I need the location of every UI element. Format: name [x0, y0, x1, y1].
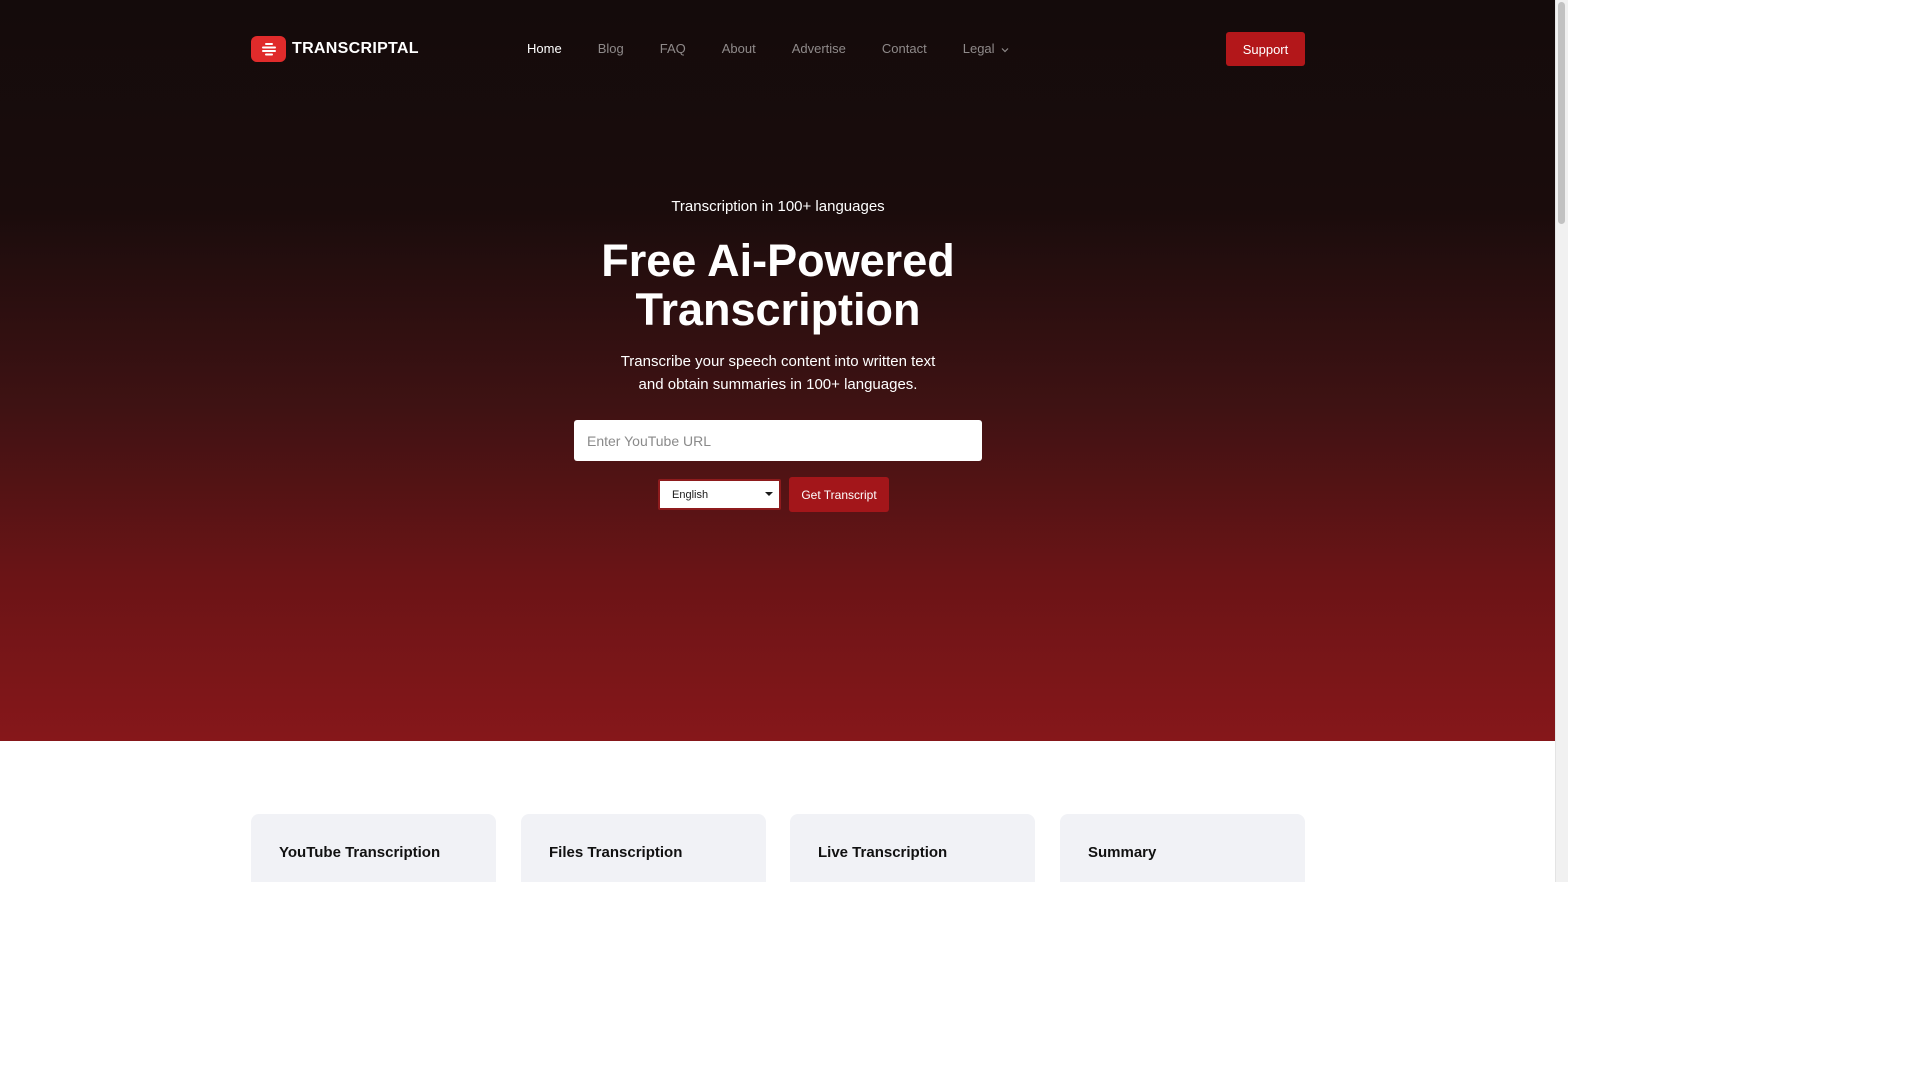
nav-item-label: Blog: [597, 41, 624, 56]
caret-down-icon: [765, 492, 773, 496]
hero-subtitle: Transcribe your speech content into writ…: [0, 350, 1556, 396]
nav-item-about[interactable]: About: [704, 39, 774, 59]
nav-item-label: Home: [527, 41, 562, 56]
feature-card-title: YouTube Transcription: [279, 844, 441, 861]
page: TRANSCRIPTAL Home Blog FAQ About Adverti…: [0, 0, 1568, 882]
hero-section: TRANSCRIPTAL Home Blog FAQ About Adverti…: [0, 0, 1556, 741]
page-title: Free Ai-Powered Transcription: [0, 236, 1556, 334]
nav-item-home[interactable]: Home: [509, 39, 580, 59]
youtube-url-input[interactable]: [574, 420, 982, 461]
nav-item-label: About: [721, 41, 756, 56]
support-button[interactable]: Support: [1226, 32, 1305, 66]
get-transcript-button[interactable]: Get Transcript: [789, 477, 889, 512]
nav-item-label: Contact: [881, 41, 927, 56]
nav-item-label: FAQ: [659, 41, 686, 56]
hero-subtitle-line1: Transcribe your speech content into writ…: [620, 353, 936, 370]
hero-kicker: Transcription in 100+ languages: [671, 198, 885, 215]
language-select[interactable]: English: [658, 479, 781, 510]
nav-item-contact[interactable]: Contact: [864, 39, 945, 59]
feature-card-title: Live Transcription: [818, 844, 948, 861]
nav-item-label: Legal: [962, 41, 995, 56]
nav-item-advertise[interactable]: Advertise: [774, 39, 864, 59]
feature-card-summary[interactable]: Summary: [1060, 814, 1305, 882]
nav-item-label: Advertise: [791, 41, 846, 56]
brand-logo[interactable]: TRANSCRIPTAL: [251, 36, 419, 62]
page-title-line1: Free Ai-Powered: [601, 235, 955, 286]
brand-logo-icon: [251, 36, 286, 62]
feature-card-title: Summary: [1088, 844, 1157, 861]
feature-card-files[interactable]: Files Transcription: [521, 814, 766, 882]
page-scrollbar[interactable]: [1555, 0, 1568, 882]
language-select-value: English: [672, 488, 709, 501]
hero-subtitle-line2: and obtain summaries in 100+ languages.: [638, 376, 918, 393]
nav-item-legal[interactable]: Legal: [945, 39, 1027, 59]
feature-card-live[interactable]: Live Transcription: [790, 814, 1035, 882]
feature-card-title: Files Transcription: [549, 844, 683, 861]
nav-item-faq[interactable]: FAQ: [642, 39, 704, 59]
brand-name: TRANSCRIPTAL: [292, 40, 419, 57]
nav-item-blog[interactable]: Blog: [580, 39, 642, 59]
main-nav: Home Blog FAQ About Advertise Contact Le…: [509, 39, 1027, 59]
chevron-down-icon: [1001, 39, 1009, 59]
feature-card-youtube[interactable]: YouTube Transcription: [251, 814, 496, 882]
scrollbar-thumb[interactable]: [1558, 2, 1565, 224]
page-title-line2: Transcription: [635, 284, 921, 335]
